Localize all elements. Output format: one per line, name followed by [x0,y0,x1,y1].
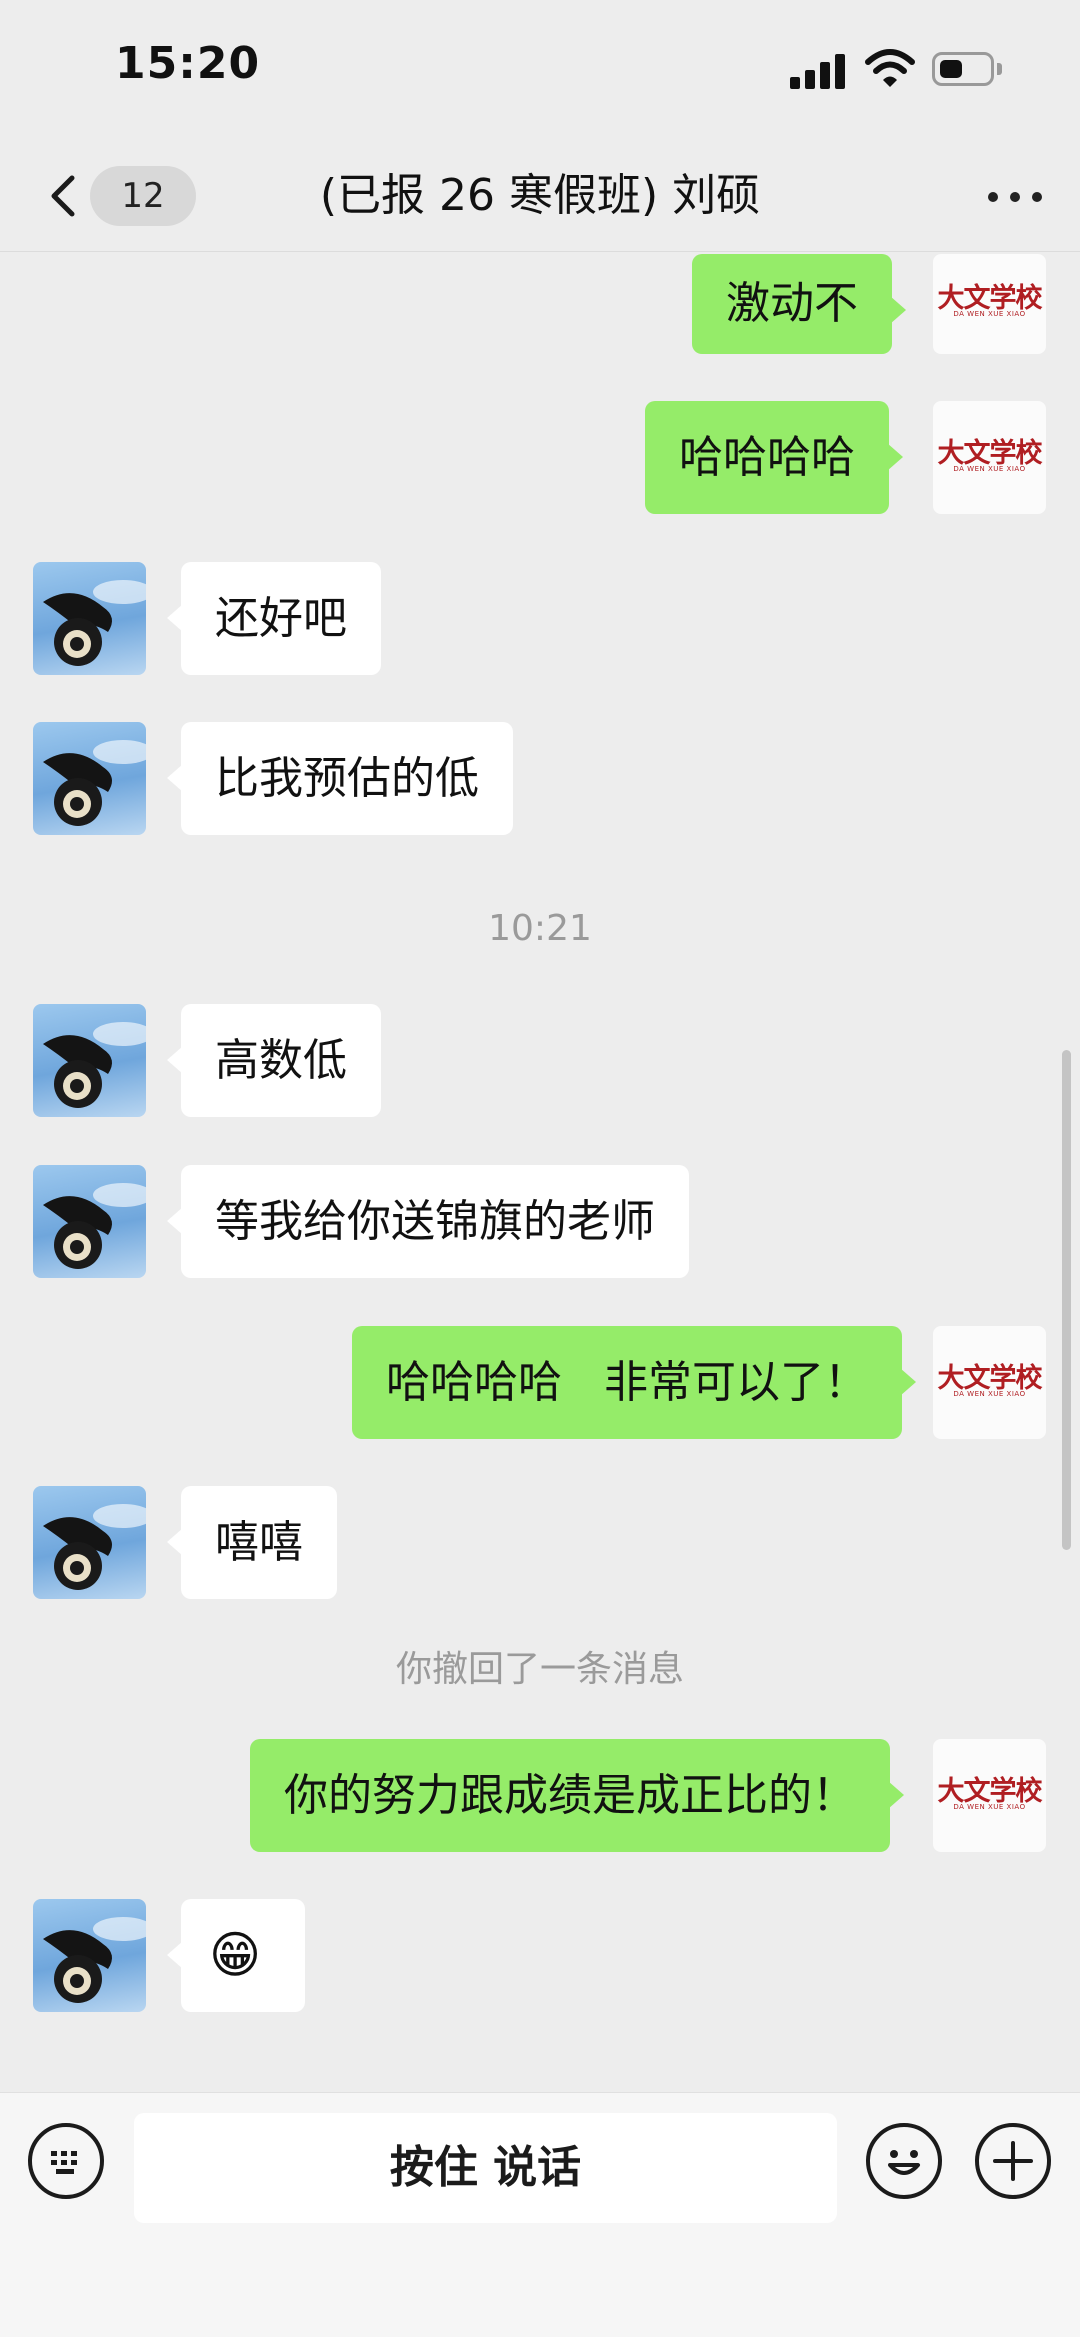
dog-avatar-image [43,740,146,826]
wifi-icon [865,49,915,87]
keyboard-icon [51,2151,77,2174]
battery-icon [932,52,1002,86]
message-bubble[interactable]: 😁 [167,1899,305,2012]
grin-emoji: 😁 [209,1926,262,1984]
keyboard-toggle-button[interactable] [28,2123,104,2199]
plus-icon [993,2141,1033,2181]
self-avatar[interactable]: 大文学校 DA WEN XUE XIAO [933,1739,1046,1852]
emoji-icon [888,2150,920,2175]
message-bubble[interactable]: 比我预估的低 [167,722,513,835]
dog-avatar-image [43,580,146,666]
message-bubble[interactable]: 哈哈哈哈 非常可以了！ [352,1326,916,1439]
back-button[interactable]: 12 [30,162,196,230]
self-avatar[interactable]: 大文学校 DA WEN XUE XIAO [933,254,1046,354]
self-avatar[interactable]: 大文学校 DA WEN XUE XIAO [933,1326,1046,1439]
nav-bar: (已报 26 寒假班) 刘硕 12 [0,140,1080,252]
scrollbar[interactable] [1062,1050,1071,1550]
dog-avatar-image [43,1022,146,1108]
contact-avatar[interactable] [33,722,146,835]
emoji-button[interactable] [866,2123,942,2199]
more-icon [988,192,998,202]
dog-avatar-image [43,1917,146,2003]
unread-badge: 12 [90,166,196,226]
contact-avatar[interactable] [33,562,146,675]
message-bubble[interactable]: 嘻嘻 [167,1486,337,1599]
hold-to-talk-button[interactable]: 按住 说话 [134,2113,837,2223]
contact-avatar[interactable] [33,1004,146,1117]
contact-avatar[interactable] [33,1165,146,1278]
status-bar: 15:20 [0,0,1080,140]
signal-icon [790,53,846,89]
message-bubble[interactable]: 激动不 [692,254,906,354]
contact-avatar[interactable] [33,1486,146,1599]
dog-avatar-image [43,1504,146,1590]
message-bubble[interactable]: 你的努力跟成绩是成正比的！ [250,1739,904,1852]
message-bubble[interactable]: 等我给你送锦旗的老师 [167,1165,689,1278]
message-bubble[interactable]: 还好吧 [167,562,381,675]
message-timestamp: 10:21 [488,908,592,949]
self-avatar[interactable]: 大文学校 DA WEN XUE XIAO [933,401,1046,514]
more-actions-button[interactable] [975,2123,1051,2199]
message-bubble[interactable]: 哈哈哈哈 [645,401,903,514]
contact-avatar[interactable] [33,1899,146,2012]
more-button[interactable] [980,172,1050,222]
recall-notice: 你撤回了一条消息 [395,1649,684,1690]
status-time: 15:20 [115,38,261,89]
dog-avatar-image [43,1183,146,1269]
chevron-left-icon [51,175,75,217]
message-bubble[interactable]: 高数低 [167,1004,381,1117]
input-bar: 按住 说话 [0,2092,1080,2337]
